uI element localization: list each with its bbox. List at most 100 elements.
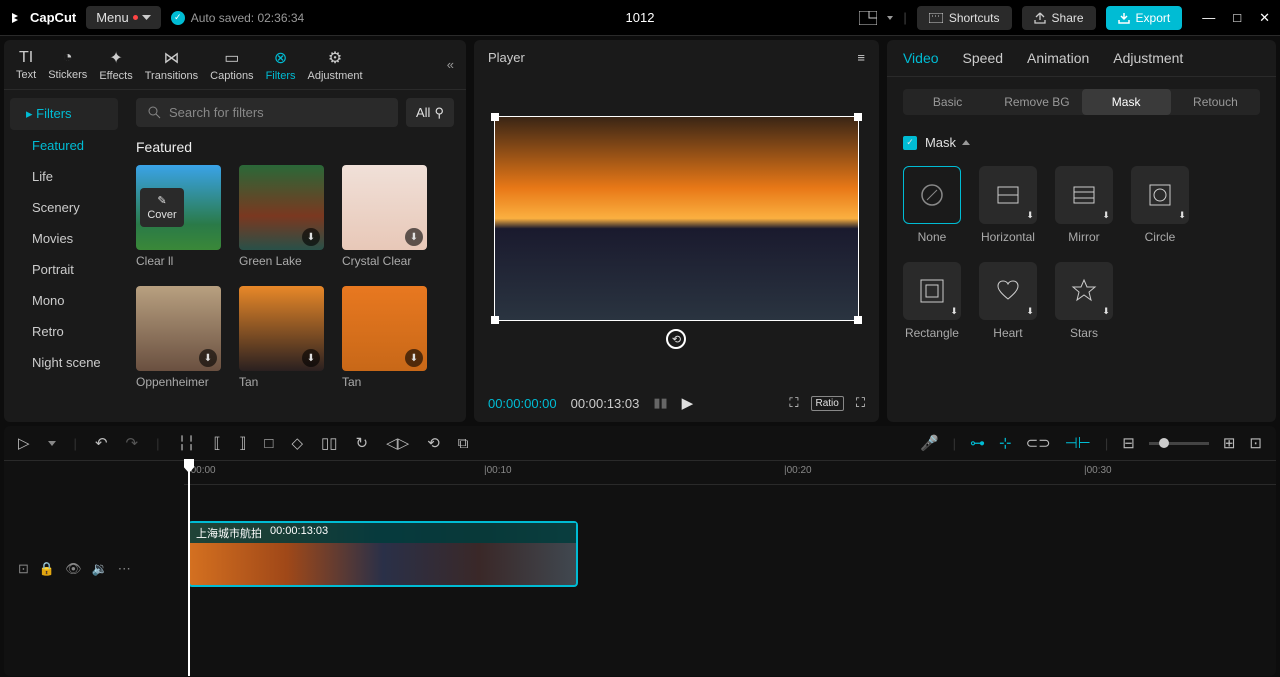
marker-tool[interactable]: ◇ bbox=[291, 434, 303, 452]
filter-card[interactable]: ⬇Crystal Clear bbox=[342, 165, 427, 268]
trim-right-tool[interactable]: ⟧ bbox=[239, 434, 246, 452]
maximize-button[interactable]: □ bbox=[1233, 10, 1241, 26]
rotate-icon[interactable]: ⟲ bbox=[666, 329, 686, 349]
sidebar-item-retro[interactable]: Retro bbox=[4, 316, 124, 347]
filter-card[interactable]: ⬇Tan bbox=[342, 286, 427, 389]
mask-checkbox[interactable]: ✓ bbox=[903, 136, 917, 150]
tl-expand-icon[interactable]: ⊡ bbox=[18, 561, 29, 577]
filter-area: Search for filters All⚲ Featured Clear l… bbox=[124, 90, 466, 422]
player-menu-icon[interactable]: ≡ bbox=[857, 50, 865, 65]
filter-card[interactable]: ⬇Oppenheimer bbox=[136, 286, 221, 389]
sidebar-item-portrait[interactable]: Portrait bbox=[4, 254, 124, 285]
layout-icon[interactable] bbox=[859, 11, 877, 25]
mask-item-heart[interactable]: ⬇Heart bbox=[979, 262, 1037, 340]
preview-snap-button[interactable]: ⊣⊢ bbox=[1065, 434, 1091, 452]
close-button[interactable]: ✕ bbox=[1259, 10, 1270, 26]
zoom-out-button[interactable]: ⊟ bbox=[1122, 434, 1135, 452]
tl-audio-icon[interactable]: 🔉 bbox=[92, 561, 108, 577]
mask-item-rectangle[interactable]: ⬇Rectangle bbox=[903, 262, 961, 340]
tab-effects[interactable]: ✦Effects bbox=[93, 44, 138, 86]
sidebar-item-scenery[interactable]: Scenery bbox=[4, 192, 124, 223]
mask-item-horizontal[interactable]: ⬇Horizontal bbox=[979, 166, 1037, 244]
fit-button[interactable]: ⊡ bbox=[1249, 434, 1262, 452]
play-button[interactable]: ▶ bbox=[682, 394, 694, 412]
ruler[interactable]: |00:00 |00:10 |00:20 |00:30 bbox=[184, 461, 1276, 485]
tab-adjustment[interactable]: ⚙Adjustment bbox=[302, 44, 369, 86]
crop-tool[interactable]: ⧉ bbox=[458, 435, 469, 452]
download-icon: ⬇ bbox=[302, 228, 320, 246]
cover-button[interactable]: ✎ Cover bbox=[140, 188, 184, 227]
rtab-adjustment[interactable]: Adjustment bbox=[1113, 50, 1183, 66]
share-button[interactable]: Share bbox=[1022, 6, 1096, 30]
mask-item-stars[interactable]: ⬇Stars bbox=[1055, 262, 1113, 340]
preview-frame[interactable] bbox=[494, 116, 859, 321]
filter-card[interactable]: ⬇Tan bbox=[239, 286, 324, 389]
snap-button[interactable]: ⊶ bbox=[970, 434, 985, 452]
video-clip[interactable]: 上海城市航拍 00:00:13:03 bbox=[188, 521, 578, 587]
focus-icon[interactable]: ⛶ bbox=[789, 395, 798, 411]
tab-text[interactable]: TIText bbox=[10, 45, 42, 85]
sidebar-header-filters[interactable]: ▸ Filters bbox=[10, 98, 118, 130]
zoom-in-button[interactable]: ⊞ bbox=[1223, 434, 1236, 452]
copy-tool[interactable]: ▯▯ bbox=[321, 434, 338, 452]
link-button[interactable]: ⊂⊃ bbox=[1026, 434, 1051, 452]
minimize-button[interactable]: — bbox=[1202, 10, 1215, 26]
mirror-tool[interactable]: ◁▷ bbox=[386, 434, 409, 452]
delete-tool[interactable]: □ bbox=[264, 435, 273, 452]
speed-tool[interactable]: ↻ bbox=[356, 434, 369, 452]
tab-filters[interactable]: ⊗Filters bbox=[260, 44, 302, 86]
sidebar-item-mono[interactable]: Mono bbox=[4, 285, 124, 316]
tab-transitions[interactable]: ⋈Transitions bbox=[139, 44, 204, 86]
playhead[interactable] bbox=[188, 461, 190, 676]
pointer-tool[interactable]: ▷ bbox=[18, 434, 30, 452]
tab-stickers[interactable]: ◔Stickers bbox=[42, 45, 93, 85]
compare-icon[interactable]: ▮▮ bbox=[653, 395, 667, 411]
rtab-animation[interactable]: Animation bbox=[1027, 50, 1089, 66]
tl-more-icon[interactable]: ⋯ bbox=[118, 561, 131, 577]
collapse-button[interactable]: « bbox=[441, 57, 460, 72]
redo-button[interactable]: ↷ bbox=[126, 434, 139, 452]
trim-left-tool[interactable]: ⟦ bbox=[214, 434, 221, 452]
zoom-slider[interactable] bbox=[1149, 442, 1209, 445]
split-tool[interactable]: ╎╎ bbox=[177, 434, 195, 452]
mic-icon[interactable]: 🎤 bbox=[920, 434, 939, 452]
shortcuts-button[interactable]: Shortcuts bbox=[917, 6, 1012, 30]
filter-name: Oppenheimer bbox=[136, 375, 221, 389]
export-button[interactable]: Export bbox=[1106, 6, 1183, 30]
magnet-button[interactable]: ⊹ bbox=[999, 434, 1012, 452]
subtab-basic[interactable]: Basic bbox=[903, 89, 992, 115]
subtab-retouch[interactable]: Retouch bbox=[1171, 89, 1260, 115]
timeline-tracks[interactable]: |00:00 |00:10 |00:20 |00:30 上海城市航拍 00:00… bbox=[184, 461, 1276, 676]
rtab-speed[interactable]: Speed bbox=[963, 50, 1003, 66]
tab-captions[interactable]: ▭Captions bbox=[204, 44, 259, 86]
undo-button[interactable]: ↶ bbox=[95, 434, 108, 452]
sidebar-item-night[interactable]: Night scene bbox=[4, 347, 124, 378]
mask-label: Mirror bbox=[1068, 230, 1099, 244]
menu-button[interactable]: Menu bbox=[86, 6, 161, 29]
timeline-body: ⊡ 🔒 👁 🔉 ⋯ ✎ Cover |00:00 |00:10 |00:20 |… bbox=[4, 461, 1276, 676]
fullscreen-icon[interactable]: ⛶ bbox=[856, 395, 865, 411]
filter-name: Tan bbox=[342, 375, 427, 389]
mask-item-circle[interactable]: ⬇Circle bbox=[1131, 166, 1189, 244]
search-input[interactable]: Search for filters bbox=[136, 98, 398, 127]
edit-icon: ✎ bbox=[157, 194, 166, 207]
player-panel: Player ≡ ⟲ 00:00:00:00 00:00:13:03 ▮▮ ▶ … bbox=[474, 40, 879, 422]
rtab-video[interactable]: Video bbox=[903, 50, 939, 66]
time-current: 00:00:00:00 bbox=[488, 396, 557, 411]
sidebar-item-life[interactable]: Life bbox=[4, 161, 124, 192]
tl-lock-icon[interactable]: 🔒 bbox=[39, 561, 55, 577]
all-filter-button[interactable]: All⚲ bbox=[406, 98, 454, 127]
autosave-status: ✓ Auto saved: 02:36:34 bbox=[171, 11, 304, 25]
mask-item-none[interactable]: None bbox=[903, 166, 961, 244]
reverse-tool[interactable]: ⟲ bbox=[427, 434, 440, 452]
ratio-button[interactable]: Ratio bbox=[811, 396, 844, 411]
app-logo: CapCut bbox=[10, 10, 76, 26]
sidebar-item-movies[interactable]: Movies bbox=[4, 223, 124, 254]
subtab-removebg[interactable]: Remove BG bbox=[992, 89, 1081, 115]
filter-card[interactable]: ⬇Green Lake bbox=[239, 165, 324, 268]
tl-eye-icon[interactable]: 👁 bbox=[65, 561, 82, 577]
mask-item-mirror[interactable]: ⬇Mirror bbox=[1055, 166, 1113, 244]
player-view[interactable]: ⟲ bbox=[474, 75, 879, 384]
sidebar-item-featured[interactable]: Featured bbox=[4, 130, 124, 161]
subtab-mask[interactable]: Mask bbox=[1082, 89, 1171, 115]
